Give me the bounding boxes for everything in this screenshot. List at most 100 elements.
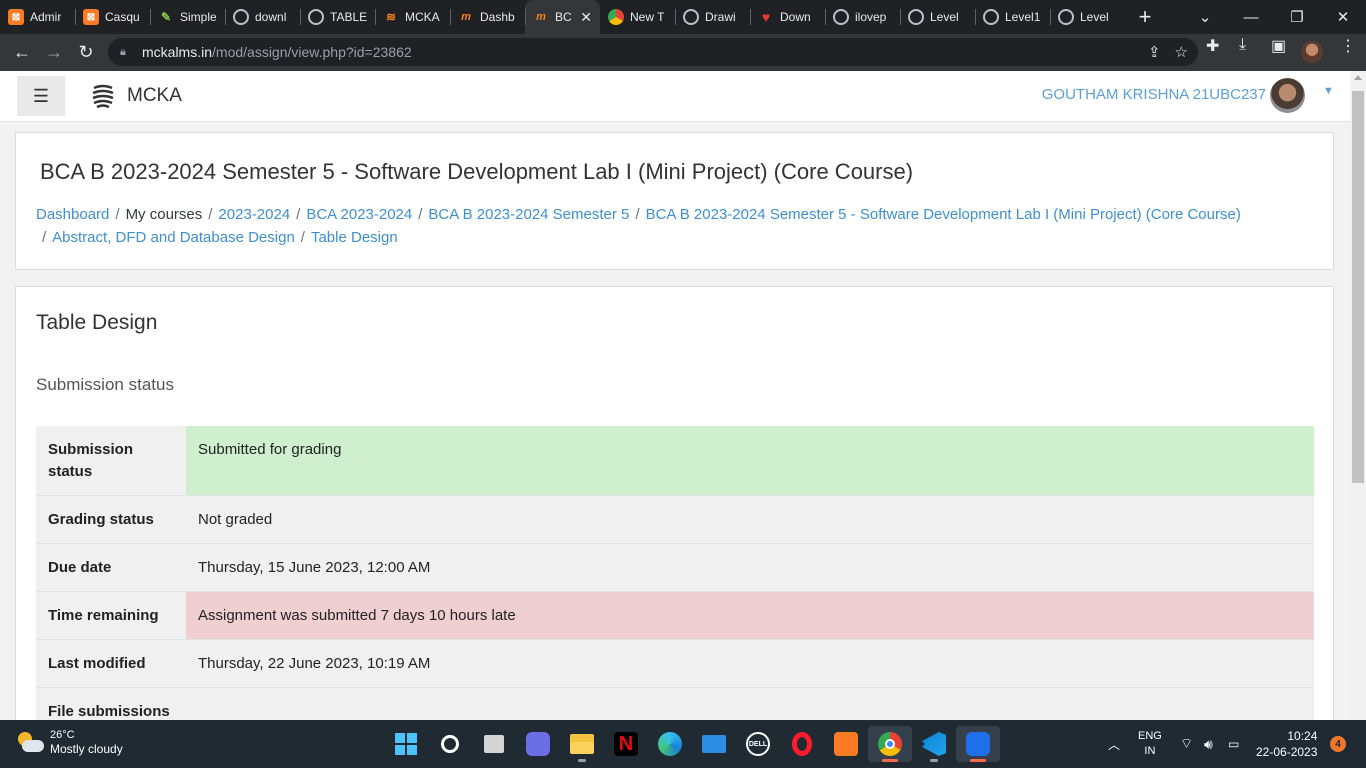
browser-tab[interactable]: ⊠ Admir — [0, 0, 75, 34]
opera-button[interactable] — [780, 726, 824, 762]
dell-icon: DELL — [746, 732, 770, 756]
task-view-button[interactable] — [472, 726, 516, 762]
heart-icon: ♥ — [761, 9, 771, 25]
globe-icon — [908, 9, 924, 25]
language-indicator[interactable]: ENG IN — [1138, 720, 1162, 768]
download-icon[interactable]: ⤓ — [1239, 36, 1246, 54]
search-button[interactable] — [428, 726, 472, 762]
browser-tab[interactable]: ⊠ Casqu — [75, 0, 150, 34]
breadcrumb-year[interactable]: 2023-2024 — [218, 206, 290, 223]
scroll-up-icon[interactable] — [1354, 75, 1362, 80]
chrome-icon — [608, 9, 624, 25]
dell-button[interactable]: DELL — [736, 726, 780, 762]
weather-widget[interactable]: 26°C Mostly cloudy — [16, 728, 123, 757]
show-hidden-icons-button[interactable]: ︿ — [1108, 720, 1120, 768]
address-bar[interactable]: 🔒︎ mckalms.in/mod/assign/view.php?id=238… — [108, 38, 1198, 66]
browser-tab[interactable]: downl — [225, 0, 300, 34]
menu-dots-icon[interactable]: ⋮ — [1340, 36, 1356, 56]
vscode-button[interactable] — [912, 726, 956, 762]
browser-toolbar: ← → ↻ 🔒︎ mckalms.in/mod/assign/view.php?… — [0, 34, 1366, 71]
row-value-danger: Assignment was submitted 7 days 10 hours… — [186, 591, 1314, 640]
breadcrumb-course[interactable]: BCA B 2023-2024 Semester 5 - Software De… — [646, 206, 1241, 223]
xampp-button[interactable] — [824, 726, 868, 762]
bookmark-star-icon[interactable]: ☆ — [1175, 43, 1188, 61]
browser-tab[interactable]: ilovep — [825, 0, 900, 34]
lock-icon[interactable]: 🔒︎ — [120, 46, 134, 59]
file-explorer-button[interactable] — [560, 726, 604, 762]
scrollbar-thumb[interactable] — [1352, 91, 1364, 483]
browser-tab-active[interactable]: m BC ✕ — [525, 0, 600, 34]
table-row: Last modified Thursday, 22 June 2023, 10… — [36, 639, 1314, 688]
clock[interactable]: 10:24 22-06-2023 — [1256, 720, 1317, 768]
tab-search-icon[interactable]: ⌄ — [1182, 0, 1228, 34]
hamburger-menu-button[interactable]: ☰ — [17, 76, 65, 116]
breadcrumb-semester[interactable]: BCA B 2023-2024 Semester 5 — [428, 206, 629, 223]
browser-tab[interactable]: ✎ Simple — [150, 0, 225, 34]
task-view-icon — [484, 735, 504, 753]
taskbar-apps: N DELL — [384, 726, 1000, 762]
table-row: Grading status Not graded — [36, 495, 1314, 544]
teams-chat-button[interactable] — [516, 726, 560, 762]
url-path: /mod/assign/view.php?id=23862 — [212, 44, 412, 60]
row-value: Not graded — [186, 495, 1314, 544]
browser-tab[interactable]: Drawi — [675, 0, 750, 34]
browser-tab[interactable]: TABLE — [300, 0, 375, 34]
battery-icon[interactable]: ▭ — [1228, 720, 1239, 768]
opera-icon — [792, 732, 812, 756]
notification-center[interactable]: 4 — [1330, 720, 1346, 768]
browser-tab[interactable]: Level — [900, 0, 975, 34]
extensions-icon[interactable]: ✚ — [1206, 36, 1219, 56]
browser-tab[interactable]: Level1 — [975, 0, 1050, 34]
app-button[interactable] — [956, 726, 1000, 762]
wifi-icon[interactable]: ⌔ — [1180, 720, 1193, 768]
page-viewport: ☰ MCKA GOUTHAM KRISHNA 21UBC237 ▼ BCA B … — [0, 71, 1366, 720]
tab-title: Admir — [30, 10, 62, 24]
forward-icon[interactable]: → — [38, 37, 70, 69]
mail-button[interactable] — [692, 726, 736, 762]
xampp-icon: ⊠ — [83, 9, 99, 25]
volume-icon[interactable]: 🔊︎ — [1204, 720, 1213, 768]
netflix-button[interactable]: N — [604, 726, 648, 762]
caret-down-icon[interactable]: ▼ — [1323, 85, 1334, 97]
profile-avatar[interactable] — [1301, 41, 1323, 63]
active-indicator — [882, 759, 898, 762]
start-button[interactable] — [384, 726, 428, 762]
minimize-icon[interactable]: — — [1228, 0, 1274, 34]
mail-icon — [702, 735, 726, 753]
page-scrollbar[interactable] — [1350, 71, 1366, 720]
user-name[interactable]: GOUTHAM KRISHNA 21UBC237 — [1042, 86, 1266, 103]
row-label: Grading status — [36, 495, 186, 544]
site-name[interactable]: MCKA — [127, 85, 182, 107]
reload-icon[interactable]: ↻ — [70, 37, 102, 69]
row-value-success: Submitted for grading — [186, 426, 1314, 496]
tab-title: downl — [255, 10, 287, 24]
breadcrumb-dashboard[interactable]: Dashboard — [36, 206, 109, 223]
browser-tab[interactable]: ♥ Down — [750, 0, 825, 34]
user-avatar[interactable] — [1270, 78, 1305, 113]
browser-tab[interactable]: ≋ MCKA — [375, 0, 450, 34]
mcka-logo-icon[interactable] — [90, 83, 116, 109]
table-row: Time remaining Assignment was submitted … — [36, 591, 1314, 640]
breadcrumb-separator: / — [115, 206, 120, 223]
back-icon[interactable]: ← — [6, 37, 38, 69]
breadcrumb-program[interactable]: BCA 2023-2024 — [306, 206, 412, 223]
close-window-icon[interactable]: ✕ — [1320, 0, 1366, 34]
tab-title: Drawi — [705, 10, 736, 24]
xampp-icon: ⊠ — [8, 9, 24, 25]
browser-tab[interactable]: New T — [600, 0, 675, 34]
side-panel-icon[interactable]: ▣ — [1271, 36, 1286, 56]
app-icon — [966, 732, 990, 756]
share-icon[interactable]: ⇪ — [1148, 43, 1161, 61]
restore-icon[interactable]: ❐ — [1274, 0, 1320, 34]
edge-button[interactable] — [648, 726, 692, 762]
browser-tab[interactable]: m Dashb — [450, 0, 525, 34]
chrome-button[interactable] — [868, 726, 912, 762]
browser-tab[interactable]: Level — [1050, 0, 1125, 34]
breadcrumb-activity[interactable]: Table Design — [311, 229, 398, 246]
new-tab-button[interactable]: + — [1125, 0, 1165, 34]
tab-title: MCKA — [405, 10, 440, 24]
breadcrumb-section[interactable]: Abstract, DFD and Database Design — [52, 229, 295, 246]
tab-title: New T — [630, 10, 665, 24]
leaf-icon: ✎ — [160, 10, 172, 24]
close-icon[interactable]: ✕ — [580, 9, 592, 26]
